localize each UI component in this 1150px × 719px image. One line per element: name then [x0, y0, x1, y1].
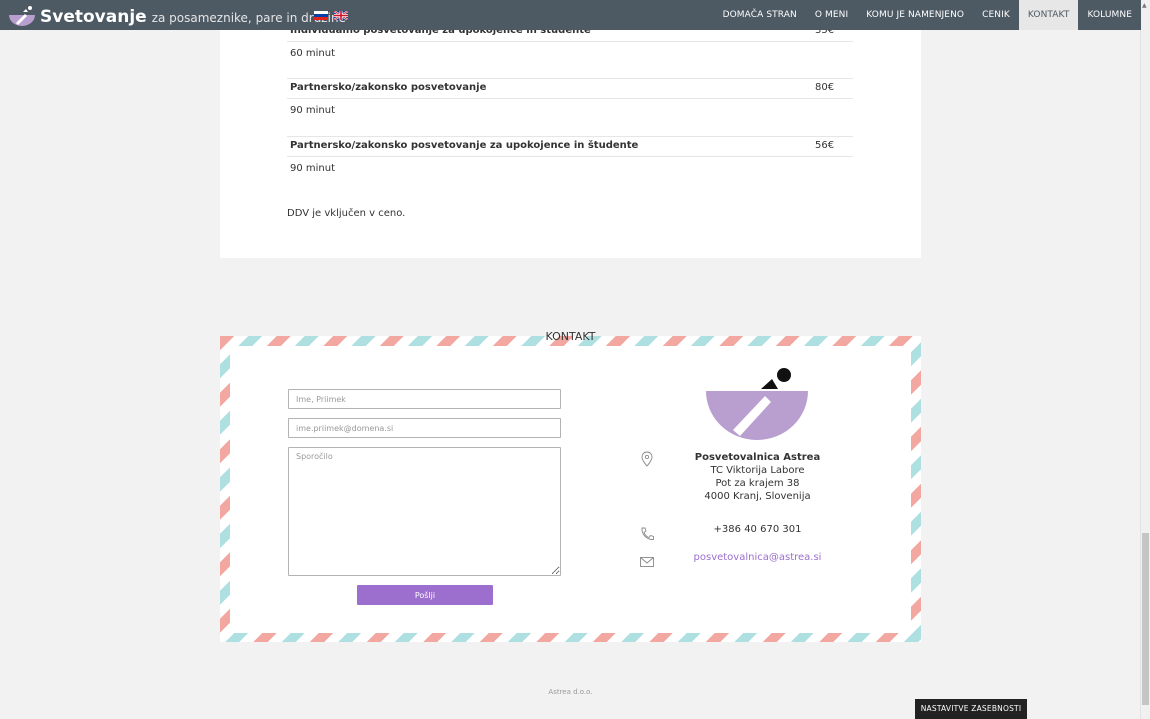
address-line: TC Viktorija Labore — [710, 465, 805, 476]
price-item-value: 56€ — [815, 140, 835, 151]
address-line: Pot za krajem 38 — [715, 478, 800, 489]
envelope-icon — [640, 557, 654, 567]
price-item-duration: 60 minut — [290, 48, 336, 59]
nav-audience[interactable]: KOMU JE NAMENJENO — [857, 0, 973, 30]
nav-about[interactable]: O MENI — [806, 0, 857, 30]
nav-columns[interactable]: KOLUMNE — [1078, 0, 1141, 30]
price-item-header: Partnersko/zakonsko posvetovanje 80€ — [287, 78, 853, 99]
address-line: 4000 Kranj, Slovenija — [704, 491, 811, 502]
main-menu: DOMAČA STRAN O MENI KOMU JE NAMENJENO CE… — [714, 0, 1141, 30]
slovenian-flag-icon[interactable] — [314, 11, 328, 20]
price-list-card: Individualno posvetovanje za upokojence … — [220, 0, 921, 258]
price-item: Partnersko/zakonsko posvetovanje za upok… — [287, 136, 853, 174]
phone-number: +386 40 670 301 — [713, 524, 802, 535]
contact-section-title: KONTAKT — [545, 330, 596, 343]
name-input[interactable] — [288, 389, 561, 409]
nav-home[interactable]: DOMAČA STRAN — [714, 0, 806, 30]
address-block: Posvetovalnica Astrea TC Viktorija Labor… — [680, 451, 835, 503]
privacy-settings-button[interactable]: NASTAVITVE ZASEBNOSTI — [915, 699, 1027, 719]
price-item-duration: 90 minut — [290, 163, 336, 174]
site-title: Svetovanje — [40, 7, 147, 27]
price-item-header: Partnersko/zakonsko posvetovanje za upok… — [287, 136, 853, 157]
price-item-name: Partnersko/zakonsko posvetovanje — [290, 82, 487, 93]
scroll-up-arrow-icon[interactable]: ▲ — [1142, 2, 1147, 9]
brand[interactable]: Svetovanje za posameznike, pare in druži… — [8, 2, 346, 28]
price-item-name: Partnersko/zakonsko posvetovanje za upok… — [290, 140, 639, 151]
company-name: Posvetovalnica Astrea — [694, 452, 821, 463]
nav-contact[interactable]: KONTAKT — [1018, 0, 1079, 30]
language-switcher — [314, 11, 348, 20]
message-textarea[interactable] — [288, 447, 561, 576]
phone-icon — [641, 527, 654, 540]
logo-icon — [9, 6, 35, 26]
top-navbar: Svetovanje za posameznike, pare in druži… — [0, 0, 1141, 30]
location-pin-icon — [641, 451, 653, 467]
send-button[interactable]: Pošlji — [357, 585, 493, 605]
price-item-value: 80€ — [815, 82, 835, 93]
nav-pricing[interactable]: CENIK — [973, 0, 1019, 30]
scrollbar[interactable]: ▲ — [1140, 0, 1150, 719]
email-link[interactable]: posvetovalnica@astrea.si — [680, 552, 835, 563]
email-input[interactable] — [288, 418, 561, 438]
price-item-duration: 90 minut — [290, 105, 336, 116]
english-flag-icon[interactable] — [334, 11, 348, 20]
price-item: Partnersko/zakonsko posvetovanje 80€ 90 … — [287, 78, 853, 116]
vat-note: DDV je vključen v ceno. — [287, 208, 406, 219]
footer-copyright: Astrea d.o.o. — [548, 688, 593, 696]
scrollbar-thumb[interactable] — [1142, 533, 1149, 705]
astrea-logo-icon — [706, 368, 808, 440]
